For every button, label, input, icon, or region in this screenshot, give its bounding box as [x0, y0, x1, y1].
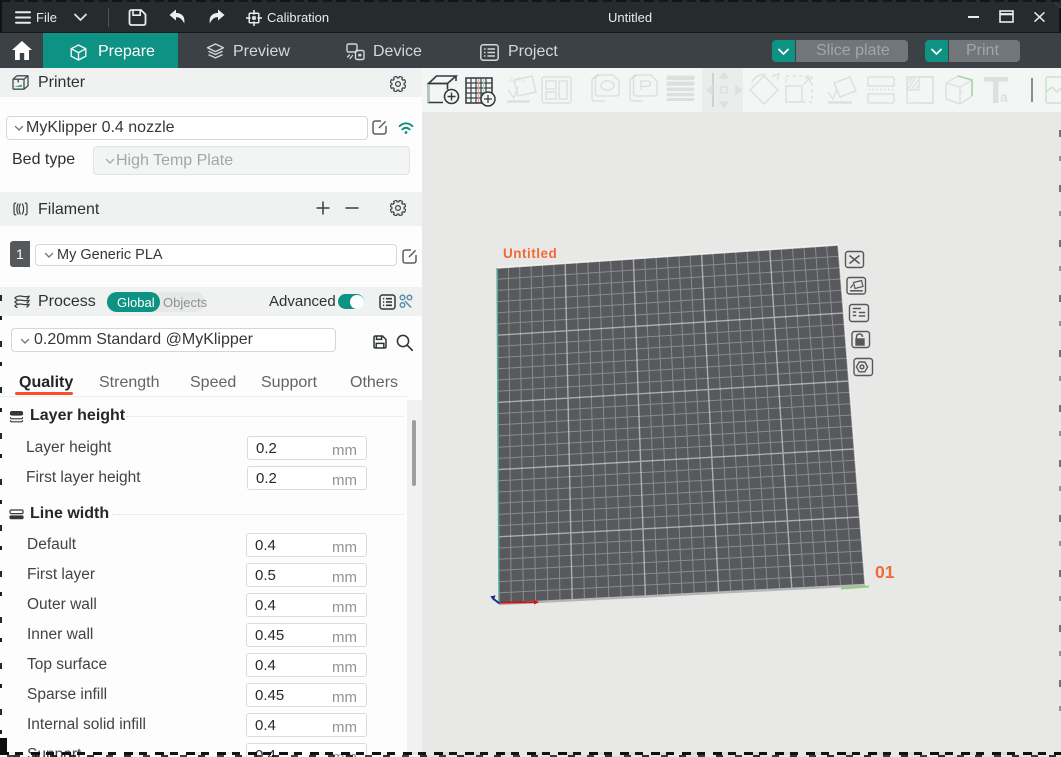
svg-text:Untitled: Untitled	[503, 246, 557, 261]
svg-text:a: a	[1000, 89, 1008, 105]
svg-text:AUTO: AUTO	[509, 78, 526, 84]
svg-text:01: 01	[875, 562, 895, 582]
